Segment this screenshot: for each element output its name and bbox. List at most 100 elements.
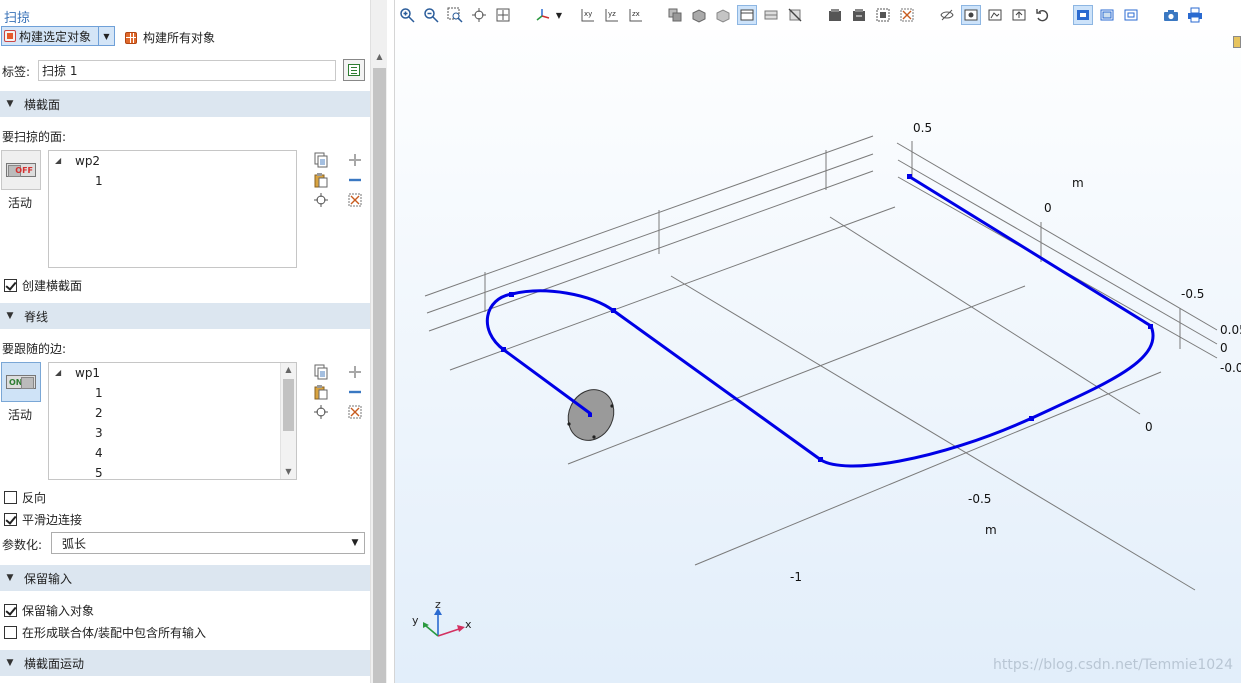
triad-z-label: z [435, 598, 441, 611]
scroll-down-icon[interactable]: ▼ [281, 465, 296, 479]
build-all-button[interactable]: 构建所有对象 [125, 29, 215, 46]
label-edit-button[interactable] [343, 59, 365, 81]
select-value: 弧长 [62, 536, 87, 551]
grid-line [426, 153, 874, 314]
active-label: 活动 [8, 196, 33, 210]
splitter-gutter[interactable] [387, 0, 394, 683]
section-keep-input[interactable]: ▼ 保留输入 [0, 565, 370, 591]
axis-tick-label: -0.5 [1181, 287, 1204, 301]
section-cross-section-motion[interactable]: ▼ 横截面运动 [0, 650, 370, 676]
scroll-thumb[interactable] [373, 68, 386, 683]
list-item[interactable]: 4 [95, 446, 103, 460]
faces-label: 要扫掠的面: [2, 130, 67, 144]
panel-scrollbar[interactable]: ▲ [370, 0, 387, 683]
grid-line [567, 285, 1026, 465]
vertex-point [818, 457, 823, 462]
collapse-icon: ▼ [6, 311, 14, 321]
create-cross-section-checkbox[interactable]: 创建横截面 [4, 277, 82, 294]
paste-icon[interactable] [312, 171, 330, 189]
list-item[interactable]: wp1 [75, 366, 100, 380]
graphics-window[interactable]: ▼ xy yz zx 0.5 m 0 -0.5 0.0 0 -0. 0 -0.5… [394, 0, 1241, 683]
list-item[interactable]: 1 [95, 386, 103, 400]
triad-x-label: x [465, 618, 472, 631]
collapse-icon: ▼ [6, 99, 14, 109]
build-selected-label: 构建选定对象 [19, 29, 92, 44]
add-icon[interactable] [346, 363, 364, 381]
coordinate-triad: z y x [412, 598, 472, 637]
cross-section-disk[interactable] [560, 382, 622, 448]
tree-expand-icon[interactable]: ◢ [55, 368, 61, 377]
cross-section-active-toggle[interactable]: OFF [1, 150, 41, 190]
axis-tick-label: 0 [1220, 341, 1228, 355]
checkbox-checked-icon[interactable] [4, 604, 17, 617]
edges-listbox[interactable]: ◢ wp1 1 2 3 4 5 ▲ ▼ [48, 362, 297, 480]
toggle-off-icon: OFF [6, 163, 36, 177]
chevron-down-icon[interactable]: ▼ [346, 538, 364, 548]
checkbox-checked-icon[interactable] [4, 279, 17, 292]
reverse-checkbox[interactable]: 反向 [4, 489, 46, 506]
axis-tick-label: 0.05 [1220, 323, 1241, 337]
grid-line [428, 170, 874, 332]
section-title: 横截面运动 [24, 656, 85, 671]
list-item[interactable]: 3 [95, 426, 103, 440]
scroll-up-icon[interactable]: ▲ [281, 363, 296, 377]
vertex-point [501, 347, 506, 352]
settings-panel: 扫掠 构建选定对象 ▼ 构建所有对象 标签: ▼ 横截面 要扫掠的面: OFF … [0, 0, 370, 683]
parameterization-select[interactable]: 弧长 ▼ [51, 532, 365, 554]
axis-tick-label: 0 [1044, 201, 1052, 215]
section-title: 横截面 [24, 97, 61, 112]
grid-line [449, 206, 896, 371]
build-all-label: 构建所有对象 [143, 31, 216, 45]
checkbox-label: 在形成联合体/装配中包含所有输入 [22, 626, 207, 640]
smooth-edges-checkbox[interactable]: 平滑边连接 [4, 511, 82, 528]
list-item[interactable]: 1 [95, 174, 103, 188]
axis-tick-label: -0.0 [1220, 361, 1241, 375]
copy-icon[interactable] [312, 363, 330, 381]
checkbox-label: 平滑边连接 [22, 513, 83, 527]
keep-input-checkbox[interactable]: 保留输入对象 [4, 602, 94, 619]
paste-icon[interactable] [312, 383, 330, 401]
axis-labels: 0.5 m 0 -0.5 0.05 0 -0.0 0 -0.5 m -1 [790, 121, 1241, 584]
notes-icon [348, 64, 360, 76]
list-item[interactable]: 5 [95, 466, 103, 479]
chevron-down-icon[interactable]: ▼ [98, 27, 114, 45]
list-scrollbar[interactable]: ▲ ▼ [280, 363, 296, 479]
checkbox-unchecked-icon[interactable] [4, 491, 17, 504]
edges-label: 要跟随的边: [2, 342, 67, 356]
checkbox-label: 保留输入对象 [22, 604, 95, 618]
label-input[interactable] [38, 60, 336, 81]
watermark: https://blog.csdn.net/Temmie1024 [993, 657, 1233, 673]
scroll-thumb[interactable] [283, 379, 294, 431]
remove-icon[interactable] [346, 171, 364, 189]
scroll-up-icon[interactable]: ▲ [371, 52, 388, 66]
list-item[interactable]: wp2 [75, 154, 100, 168]
triad-y-label: y [412, 614, 419, 627]
section-cross-section[interactable]: ▼ 横截面 [0, 91, 370, 117]
tree-expand-icon[interactable]: ◢ [55, 156, 61, 165]
zoom-selection-icon[interactable] [312, 191, 330, 209]
axis-unit-label: m [1072, 176, 1084, 190]
axis-tick-label: -1 [790, 570, 802, 584]
copy-icon[interactable] [312, 151, 330, 169]
parameterization-label: 参数化: [2, 538, 43, 552]
collapse-icon: ▼ [6, 573, 14, 583]
panel-title: 扫掠 [4, 11, 31, 26]
grid-line [424, 135, 874, 297]
list-item[interactable]: 2 [95, 406, 103, 420]
clear-selection-icon[interactable] [346, 191, 364, 209]
build-all-icon [125, 31, 137, 44]
checkbox-checked-icon[interactable] [4, 513, 17, 526]
zoom-selection-icon[interactable] [312, 403, 330, 421]
clear-selection-icon[interactable] [346, 403, 364, 421]
remove-icon[interactable] [346, 383, 364, 401]
section-spine[interactable]: ▼ 脊线 [0, 303, 370, 329]
include-all-inputs-checkbox[interactable]: 在形成联合体/装配中包含所有输入 [4, 624, 206, 641]
geometry-scene[interactable]: 0.5 m 0 -0.5 0.05 0 -0.0 0 -0.5 m -1 [395, 0, 1241, 683]
checkbox-unchecked-icon[interactable] [4, 626, 17, 639]
spine-active-toggle[interactable]: ON [1, 362, 41, 402]
vertex-point [509, 292, 514, 297]
add-icon[interactable] [346, 151, 364, 169]
build-selected-button[interactable]: 构建选定对象 ▼ [1, 26, 115, 46]
faces-listbox[interactable]: ◢ wp2 1 [48, 150, 297, 268]
axis-tick-label: 0 [1145, 420, 1153, 434]
